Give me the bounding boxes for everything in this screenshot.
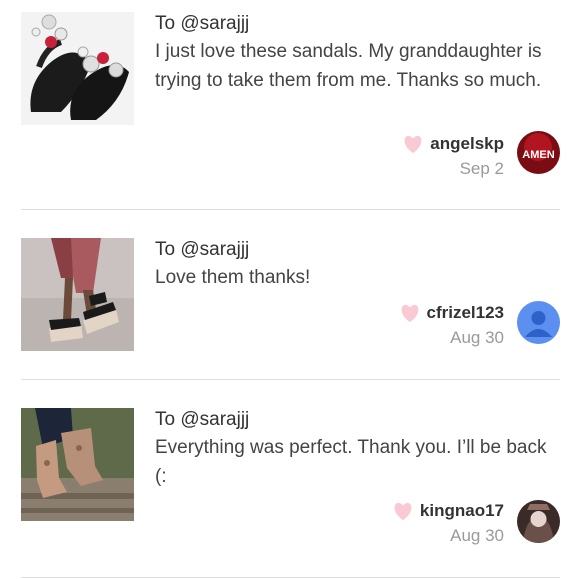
review-message: Love them thanks! (155, 267, 311, 288)
recipient-label: To @sarajjj (155, 13, 250, 34)
heart-icon[interactable] (402, 134, 424, 154)
ankle-boots-photo-icon (21, 408, 134, 521)
listing-thumbnail[interactable] (21, 12, 134, 125)
reviewer-username[interactable]: cfrizel123 (427, 301, 505, 325)
review-message: Everything was perfect. Thank you. I’ll … (155, 437, 547, 487)
recipient-label: To @sarajjj (155, 239, 250, 260)
review-text: To @sarajjj Love them thanks! (155, 236, 560, 293)
avatar[interactable]: AMEN (517, 131, 560, 174)
reviewer-username[interactable]: angelskp (430, 132, 504, 156)
review-card: To @sarajjj I just love these sandals. M… (0, 0, 580, 210)
review-meta: angelskp Sep 2 (402, 132, 504, 182)
review-date: Aug 30 (450, 526, 504, 545)
review-meta: cfrizel123 Aug 30 (399, 301, 505, 351)
review-card: To @sarajjj Love them thanks! cfrizel123… (0, 210, 580, 380)
avatar[interactable] (517, 301, 560, 344)
divider (21, 577, 560, 578)
review-meta: kingnao17 Aug 30 (392, 499, 504, 549)
recipient-label: To @sarajjj (155, 409, 250, 430)
review-date: Sep 2 (459, 159, 504, 178)
reviews-feed: To @sarajjj I just love these sandals. M… (0, 0, 580, 579)
listing-thumbnail[interactable] (21, 408, 134, 521)
review-message: I just love these sandals. My granddaugh… (155, 41, 542, 91)
avatar[interactable] (517, 500, 560, 543)
reviewer-username[interactable]: kingnao17 (420, 499, 504, 523)
default-person-avatar-icon (517, 301, 560, 344)
jeweled-sandals-photo-icon (21, 12, 134, 125)
review-card: To @sarajjj Everything was perfect. Than… (0, 380, 580, 579)
listing-thumbnail[interactable] (21, 238, 134, 351)
review-date: Aug 30 (450, 328, 504, 347)
heart-icon[interactable] (399, 303, 421, 323)
review-text: To @sarajjj Everything was perfect. Than… (155, 406, 560, 491)
amen-avatar-icon: AMEN (517, 131, 560, 174)
profile-photo-avatar-icon (517, 500, 560, 543)
avatar-text: AMEN (522, 149, 554, 161)
platform-sandals-photo-icon (21, 238, 134, 351)
heart-icon[interactable] (392, 501, 414, 521)
review-text: To @sarajjj I just love these sandals. M… (155, 10, 560, 95)
